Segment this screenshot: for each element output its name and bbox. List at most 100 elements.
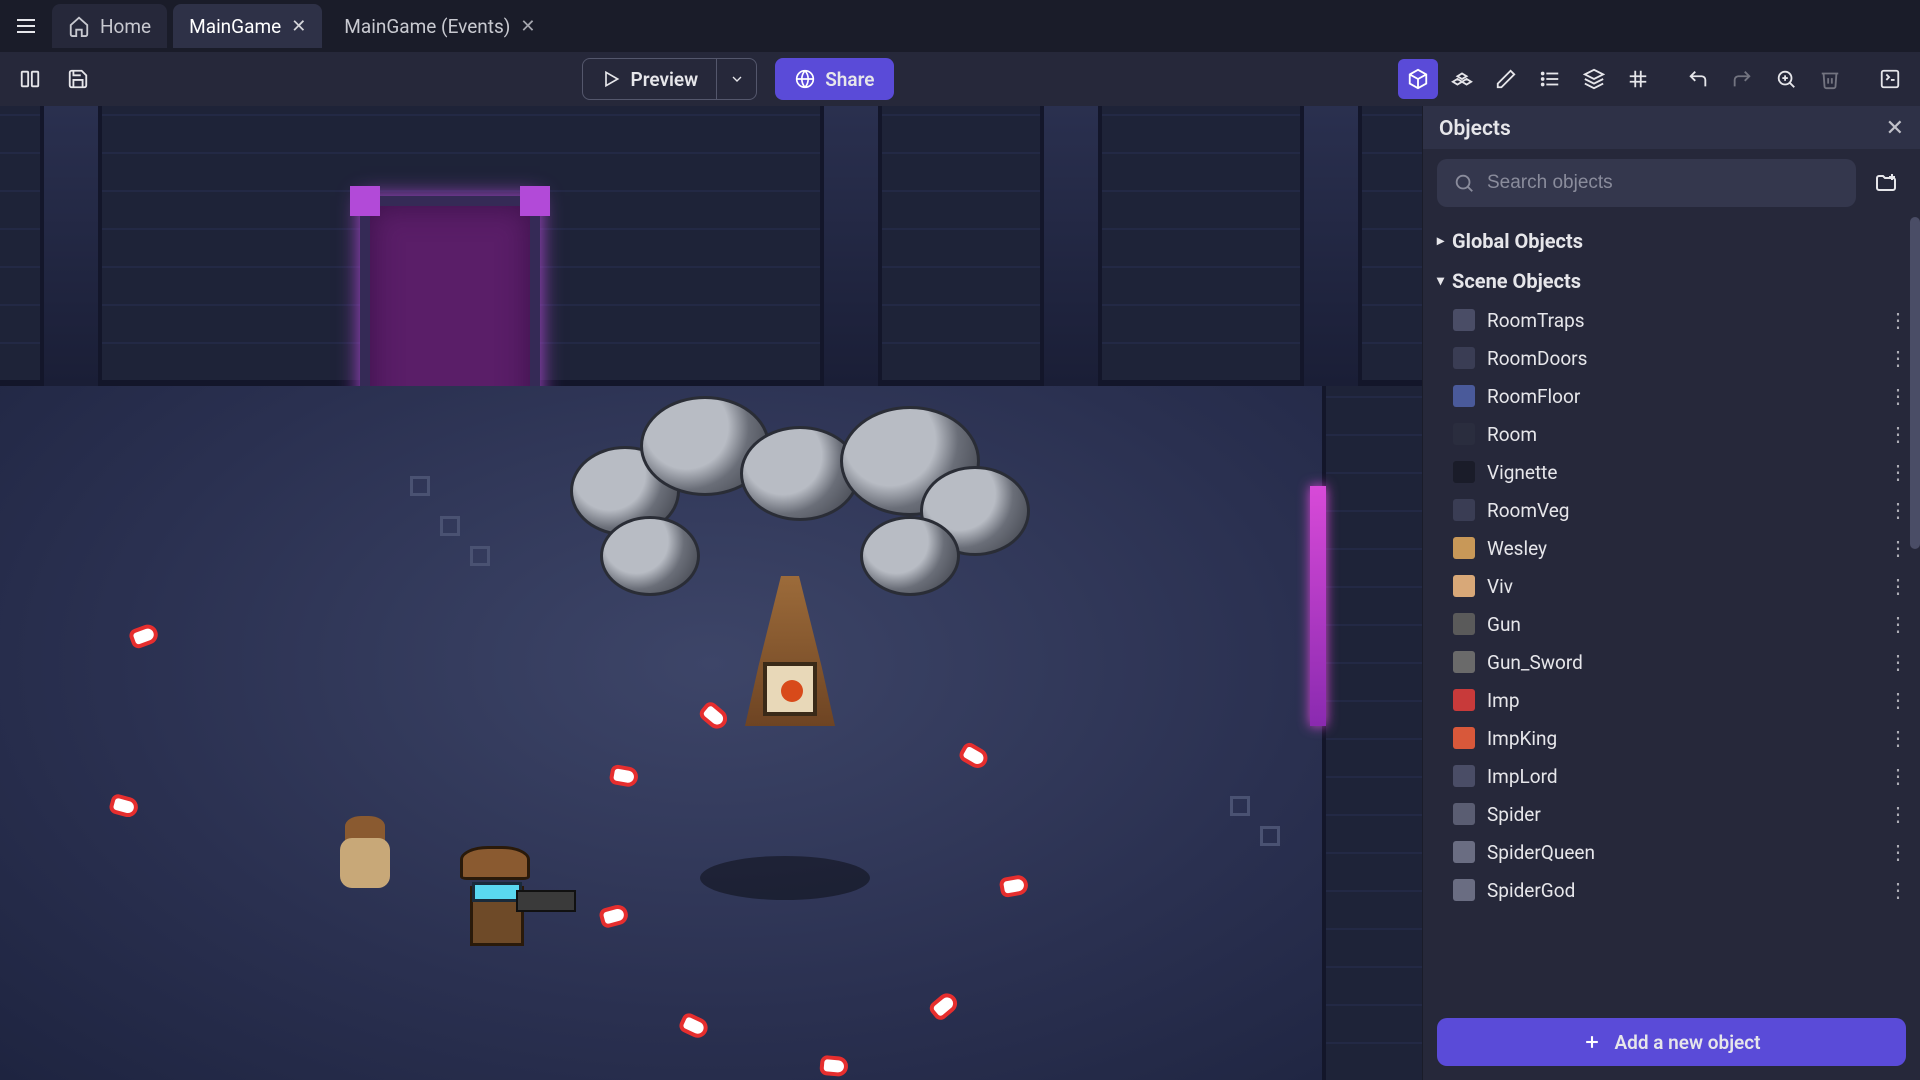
search-input[interactable] — [1487, 172, 1840, 194]
object-more-button[interactable]: ⋮ — [1888, 840, 1906, 864]
object-row[interactable]: SpiderQueen⋮ — [1423, 833, 1920, 871]
object-more-button[interactable]: ⋮ — [1888, 802, 1906, 826]
object-more-button[interactable]: ⋮ — [1888, 308, 1906, 332]
object-label: RoomVeg — [1487, 499, 1569, 522]
object-thumbnail-icon — [1453, 499, 1475, 521]
object-label: Wesley — [1487, 537, 1547, 560]
layers-button[interactable] — [1574, 59, 1614, 99]
main-area: Objects ✕ ▸ Global Objects ▾ Scene Objec… — [0, 106, 1920, 1080]
cubes-icon — [1451, 68, 1473, 90]
object-row[interactable]: Gun⋮ — [1423, 605, 1920, 643]
object-row[interactable]: Wesley ⋮ — [1423, 529, 1920, 567]
pencil-icon — [1495, 68, 1517, 90]
scene-player — [460, 846, 540, 946]
object-label: Vignette — [1487, 461, 1557, 484]
tab-maingame-events[interactable]: MainGame (Events) ✕ — [328, 4, 551, 48]
menu-button[interactable] — [6, 6, 46, 46]
scene-canvas[interactable] — [0, 106, 1422, 1080]
search-icon — [1453, 172, 1475, 194]
grid-toggle-button[interactable] — [1618, 59, 1658, 99]
properties-button[interactable] — [1486, 59, 1526, 99]
object-label: RoomDoors — [1487, 347, 1587, 370]
object-more-button[interactable]: ⋮ — [1888, 726, 1906, 750]
object-row[interactable]: RoomDoors ⋮ — [1423, 339, 1920, 377]
redo-button[interactable] — [1722, 59, 1762, 99]
object-more-button[interactable]: ⋮ — [1888, 384, 1906, 408]
panel-close-button[interactable]: ✕ — [1886, 116, 1904, 141]
object-label: ImpLord — [1487, 765, 1558, 788]
object-groups-button[interactable] — [1442, 59, 1482, 99]
object-thumbnail-icon — [1453, 803, 1475, 825]
preview-button[interactable]: Preview — [583, 59, 717, 99]
objects-tree[interactable]: ▸ Global Objects ▾ Scene Objects RoomTra… — [1423, 217, 1920, 1008]
object-label: SpiderGod — [1487, 879, 1575, 902]
object-more-button[interactable]: ⋮ — [1888, 536, 1906, 560]
object-row[interactable]: Viv⋮ — [1423, 567, 1920, 605]
object-row[interactable]: Vignette ⋮ — [1423, 453, 1920, 491]
cube-icon — [1407, 68, 1429, 90]
redo-icon — [1731, 68, 1753, 90]
group-scene-objects[interactable]: ▾ Scene Objects — [1423, 261, 1920, 301]
object-row[interactable]: ImpKing⋮ — [1423, 719, 1920, 757]
object-row[interactable]: Gun_Sword⋮ — [1423, 643, 1920, 681]
object-label: RoomTraps — [1487, 309, 1585, 332]
object-more-button[interactable]: ⋮ — [1888, 498, 1906, 522]
scene-pickup — [819, 1055, 849, 1077]
objects-panel: Objects ✕ ▸ Global Objects ▾ Scene Objec… — [1422, 106, 1920, 1080]
object-row[interactable]: RoomFloor ⋮ — [1423, 377, 1920, 415]
chevron-down-icon — [729, 71, 745, 87]
add-object-button[interactable]: Add a new object — [1437, 1018, 1906, 1066]
object-row[interactable]: Room ⋮ — [1423, 415, 1920, 453]
object-label: RoomFloor — [1487, 385, 1580, 408]
object-label: Room — [1487, 423, 1537, 446]
preview-button-group: Preview — [582, 58, 758, 100]
play-icon — [601, 69, 621, 89]
object-more-button[interactable]: ⋮ — [1888, 764, 1906, 788]
zoom-button[interactable] — [1766, 59, 1806, 99]
add-folder-button[interactable] — [1866, 163, 1906, 203]
tab-maingame[interactable]: MainGame ✕ — [173, 4, 322, 48]
object-more-button[interactable]: ⋮ — [1888, 346, 1906, 370]
right-toolbar — [1398, 59, 1910, 99]
scene-pillar — [820, 106, 882, 386]
save-button[interactable] — [58, 59, 98, 99]
object-more-button[interactable]: ⋮ — [1888, 612, 1906, 636]
object-row[interactable]: ImpLord ⋮ — [1423, 757, 1920, 795]
object-row[interactable]: RoomTraps ⋮ — [1423, 301, 1920, 339]
delete-button[interactable] — [1810, 59, 1850, 99]
tab-home-label: Home — [100, 15, 151, 38]
globe-icon — [795, 69, 815, 89]
object-thumbnail-icon — [1453, 537, 1475, 559]
close-icon[interactable]: ✕ — [520, 16, 535, 37]
object-more-button[interactable]: ⋮ — [1888, 878, 1906, 902]
undo-button[interactable] — [1678, 59, 1718, 99]
panels-toggle-button[interactable] — [10, 59, 50, 99]
object-row[interactable]: Spider⋮ — [1423, 795, 1920, 833]
scrollbar[interactable] — [1910, 217, 1920, 549]
object-row[interactable]: RoomVeg ⋮ — [1423, 491, 1920, 529]
grid-icon — [1627, 68, 1649, 90]
object-more-button[interactable]: ⋮ — [1888, 574, 1906, 598]
object-row[interactable]: SpiderGod ⋮ — [1423, 871, 1920, 909]
close-icon[interactable]: ✕ — [291, 16, 306, 37]
share-button[interactable]: Share — [775, 58, 894, 100]
objects-panel-button[interactable] — [1398, 59, 1438, 99]
home-icon — [68, 15, 90, 37]
object-more-button[interactable]: ⋮ — [1888, 460, 1906, 484]
instances-list-button[interactable] — [1530, 59, 1570, 99]
group-global-objects[interactable]: ▸ Global Objects — [1423, 221, 1920, 261]
object-row[interactable]: Imp⋮ — [1423, 681, 1920, 719]
preview-dropdown[interactable] — [716, 59, 756, 99]
object-thumbnail-icon — [1453, 727, 1475, 749]
settings-icon — [1879, 68, 1901, 90]
search-box[interactable] — [1437, 159, 1856, 207]
trash-icon — [1819, 68, 1841, 90]
tab-home[interactable]: Home — [52, 4, 167, 48]
tab-maingame-events-label: MainGame (Events) — [344, 15, 510, 38]
object-more-button[interactable]: ⋮ — [1888, 650, 1906, 674]
settings-button[interactable] — [1870, 59, 1910, 99]
object-more-button[interactable]: ⋮ — [1888, 688, 1906, 712]
object-more-button[interactable]: ⋮ — [1888, 422, 1906, 446]
preview-label: Preview — [631, 68, 699, 91]
scene-pillar — [40, 106, 102, 386]
